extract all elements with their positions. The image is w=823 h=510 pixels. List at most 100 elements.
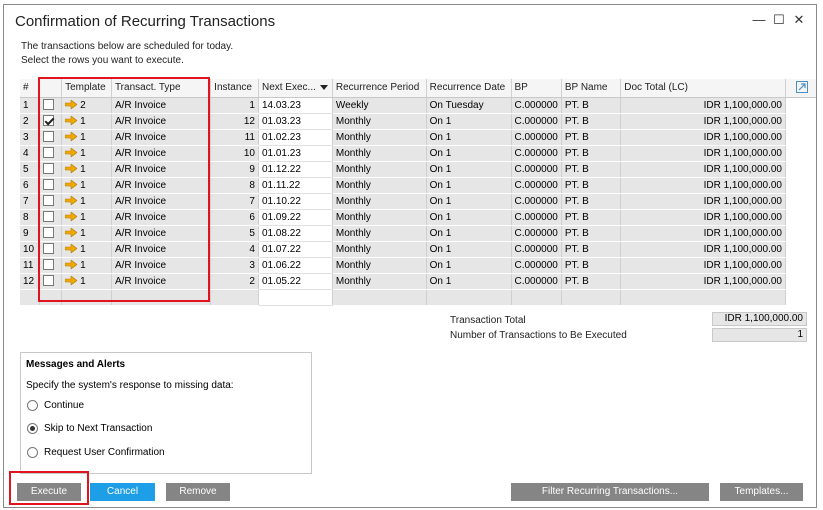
table-row[interactable]: 4 1 A/R Invoice 10 01.01.23 Monthly On 1 C.0000… xyxy=(20,145,816,162)
col-header-bp-name[interactable]: BP Name xyxy=(561,79,622,98)
table-row[interactable]: 8 1 A/R Invoice 6 01.09.22 Monthly On 1 C.00000… xyxy=(20,209,816,226)
next-execution-cell[interactable]: 01.08.22 xyxy=(258,225,333,242)
row-number-cell: 10 xyxy=(20,241,41,258)
bp-cell: C.000000 xyxy=(511,129,562,146)
empty-cell xyxy=(111,289,212,306)
row-select-cell[interactable] xyxy=(39,257,63,274)
link-arrow-icon[interactable] xyxy=(65,196,78,206)
table-row[interactable]: 2 1 A/R Invoice 12 01.03.23 Monthly On 1 C.0000… xyxy=(20,113,816,130)
col-header-bp[interactable]: BP xyxy=(511,79,562,98)
row-select-cell[interactable] xyxy=(39,113,63,130)
maximize-icon[interactable]: ☐ xyxy=(771,11,787,29)
recurrence-period-cell: Monthly xyxy=(332,273,427,290)
row-checkbox[interactable] xyxy=(43,163,55,175)
radio-option-request-confirmation[interactable]: Request User Confirmation xyxy=(27,447,165,458)
col-header-template[interactable]: Template xyxy=(61,79,112,98)
row-select-cell[interactable] xyxy=(39,177,63,194)
next-execution-cell[interactable]: 01.01.23 xyxy=(258,145,333,162)
bp-cell: C.000000 xyxy=(511,241,562,258)
link-arrow-icon[interactable] xyxy=(65,116,78,126)
row-checkbox[interactable] xyxy=(43,227,55,239)
col-header-doc-total[interactable]: Doc Total (LC) xyxy=(620,79,786,98)
table-row[interactable]: 1 2 A/R Invoice 1 14.03.23 Weekly On Tuesday C.… xyxy=(20,97,816,114)
empty-cell xyxy=(258,289,333,306)
next-execution-cell[interactable]: 01.03.23 xyxy=(258,113,333,130)
expand-grid-icon[interactable] xyxy=(796,81,808,93)
next-execution-cell[interactable]: 01.05.22 xyxy=(258,273,333,290)
col-header-next-execution[interactable]: Next Exec... xyxy=(258,79,333,98)
row-checkbox[interactable] xyxy=(43,275,55,287)
row-select-cell[interactable] xyxy=(39,225,63,242)
link-arrow-icon[interactable] xyxy=(65,132,78,142)
radio-button[interactable] xyxy=(27,423,38,434)
table-row[interactable]: 7 1 A/R Invoice 7 01.10.22 Monthly On 1 C.00000… xyxy=(20,193,816,210)
col-header-transact-type[interactable]: Transact. Type xyxy=(111,79,212,98)
row-select-cell[interactable] xyxy=(39,145,63,162)
remove-button[interactable]: Remove xyxy=(166,483,230,501)
table-row[interactable]: 5 1 A/R Invoice 9 01.12.22 Monthly On 1 C.00000… xyxy=(20,161,816,178)
instance-cell: 3 xyxy=(210,257,259,274)
link-arrow-icon[interactable] xyxy=(65,100,78,110)
table-row[interactable]: 9 1 A/R Invoice 5 01.08.22 Monthly On 1 C.00000… xyxy=(20,225,816,242)
table-row[interactable]: 10 1 A/R Invoice 4 01.07.22 Monthly On 1 C.0000… xyxy=(20,241,816,258)
link-arrow-icon[interactable] xyxy=(65,228,78,238)
col-header-instance[interactable]: Instance xyxy=(210,79,259,98)
row-checkbox-checked[interactable] xyxy=(43,115,55,127)
radio-option-skip[interactable]: Skip to Next Transaction xyxy=(27,423,152,434)
row-checkbox[interactable] xyxy=(43,259,55,271)
row-checkbox[interactable] xyxy=(43,211,55,223)
next-execution-cell[interactable]: 01.10.22 xyxy=(258,193,333,210)
next-execution-cell[interactable]: 01.11.22 xyxy=(258,177,333,194)
table-row[interactable]: 3 1 A/R Invoice 11 01.02.23 Monthly On 1 C.0000… xyxy=(20,129,816,146)
cancel-button[interactable]: Cancel xyxy=(90,483,155,501)
link-arrow-icon[interactable] xyxy=(65,260,78,270)
templates-button[interactable]: Templates... xyxy=(720,483,803,501)
row-checkbox[interactable] xyxy=(43,179,55,191)
col-header-recurrence-period[interactable]: Recurrence Period xyxy=(332,79,427,98)
table-row[interactable]: 12 1 A/R Invoice 2 01.05.22 Monthly On 1 C.0000… xyxy=(20,273,816,290)
row-checkbox[interactable] xyxy=(43,147,55,159)
link-arrow-icon[interactable] xyxy=(65,212,78,222)
transact-type-cell: A/R Invoice xyxy=(111,241,212,258)
template-value: 1 xyxy=(80,115,86,127)
row-select-cell[interactable] xyxy=(39,241,63,258)
link-arrow-icon[interactable] xyxy=(65,244,78,254)
col-header-number[interactable]: # xyxy=(20,79,41,98)
link-arrow-icon[interactable] xyxy=(65,180,78,190)
table-row[interactable]: 11 1 A/R Invoice 3 01.06.22 Monthly On 1 C.0000… xyxy=(20,257,816,274)
link-arrow-icon[interactable] xyxy=(65,276,78,286)
empty-cell xyxy=(20,289,41,306)
row-select-cell[interactable] xyxy=(39,129,63,146)
next-execution-cell[interactable]: 01.06.22 xyxy=(258,257,333,274)
next-execution-cell[interactable]: 14.03.23 xyxy=(258,97,333,114)
col-header-recurrence-date[interactable]: Recurrence Date xyxy=(426,79,512,98)
minimize-icon[interactable]: — xyxy=(751,11,767,29)
close-icon[interactable]: ✕ xyxy=(791,11,807,29)
template-value: 1 xyxy=(80,163,86,175)
doc-total-cell: IDR 1,100,000.00 xyxy=(620,193,786,210)
col-header-select[interactable] xyxy=(39,79,63,98)
radio-button[interactable] xyxy=(27,400,38,411)
execute-button[interactable]: Execute xyxy=(17,483,81,501)
row-checkbox[interactable] xyxy=(43,195,55,207)
row-checkbox[interactable] xyxy=(43,99,55,111)
link-arrow-icon[interactable] xyxy=(65,148,78,158)
next-execution-cell[interactable]: 01.09.22 xyxy=(258,209,333,226)
row-select-cell[interactable] xyxy=(39,273,63,290)
next-execution-cell[interactable]: 01.02.23 xyxy=(258,129,333,146)
link-arrow-icon[interactable] xyxy=(65,164,78,174)
filter-recurring-transactions-button[interactable]: Filter Recurring Transactions... xyxy=(511,483,709,501)
empty-cell xyxy=(210,289,259,306)
table-row[interactable]: 6 1 A/R Invoice 8 01.11.22 Monthly On 1 C.00000… xyxy=(20,177,816,194)
row-select-cell[interactable] xyxy=(39,97,63,114)
row-checkbox[interactable] xyxy=(43,131,55,143)
row-select-cell[interactable] xyxy=(39,209,63,226)
row-select-cell[interactable] xyxy=(39,193,63,210)
radio-button[interactable] xyxy=(27,447,38,458)
row-checkbox[interactable] xyxy=(43,243,55,255)
radio-option-continue[interactable]: Continue xyxy=(27,400,84,411)
row-select-cell[interactable] xyxy=(39,161,63,178)
next-execution-cell[interactable]: 01.12.22 xyxy=(258,161,333,178)
next-execution-cell[interactable]: 01.07.22 xyxy=(258,241,333,258)
empty-row[interactable] xyxy=(20,289,816,306)
